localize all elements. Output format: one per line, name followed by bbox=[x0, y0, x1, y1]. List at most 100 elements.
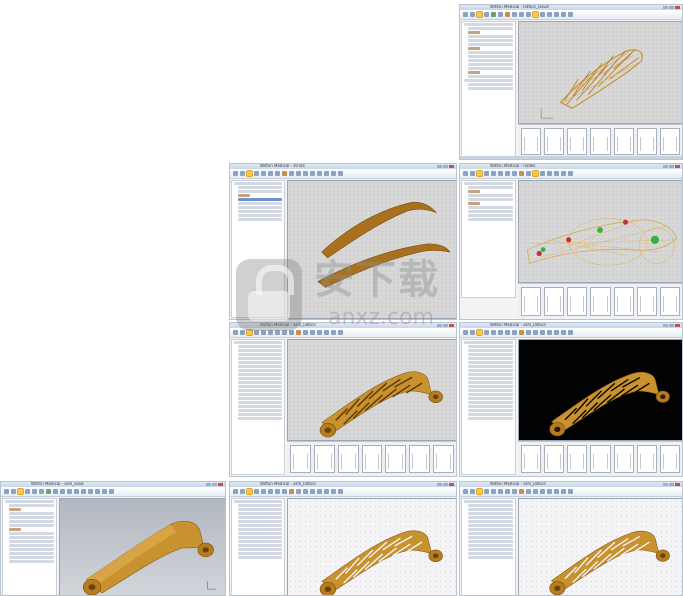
tree-row[interactable] bbox=[238, 381, 282, 384]
tree-row[interactable] bbox=[238, 417, 282, 420]
properties-panel[interactable] bbox=[461, 498, 516, 595]
tree-row[interactable] bbox=[468, 516, 513, 519]
toolbar-icon[interactable] bbox=[331, 330, 336, 335]
toolbar-icon[interactable] bbox=[476, 488, 483, 495]
tree-row[interactable] bbox=[238, 361, 282, 364]
toolbar-icon[interactable] bbox=[491, 171, 496, 176]
settings-panel[interactable] bbox=[521, 128, 542, 155]
toolbar-icon[interactable] bbox=[484, 12, 489, 17]
properties-panel[interactable] bbox=[461, 339, 516, 475]
window-controls[interactable] bbox=[663, 165, 680, 168]
toolbar-icon[interactable] bbox=[310, 330, 315, 335]
toolbar-icon[interactable] bbox=[561, 489, 566, 494]
tree-row[interactable] bbox=[468, 214, 513, 217]
toolbar-icon[interactable] bbox=[233, 330, 238, 335]
toolbar-icon[interactable] bbox=[519, 330, 524, 335]
settings-panel[interactable] bbox=[433, 445, 455, 473]
tree-row[interactable] bbox=[468, 365, 513, 368]
toolbar-icon[interactable] bbox=[282, 171, 287, 176]
tree-row[interactable] bbox=[238, 385, 282, 388]
toolbar-icon[interactable] bbox=[81, 489, 86, 494]
tree-row[interactable] bbox=[238, 210, 282, 213]
toolbar-icon[interactable] bbox=[331, 489, 336, 494]
scene-tree-panel[interactable] bbox=[231, 180, 285, 318]
window-controls[interactable] bbox=[437, 324, 454, 327]
toolbar-icon[interactable] bbox=[11, 489, 16, 494]
tree-row[interactable] bbox=[238, 504, 282, 507]
tree-row[interactable] bbox=[464, 79, 513, 82]
settings-panel[interactable] bbox=[636, 287, 657, 316]
tree-row[interactable] bbox=[464, 182, 513, 185]
tree-row[interactable] bbox=[238, 389, 282, 392]
tree-row[interactable] bbox=[468, 194, 513, 197]
toolbar-icon[interactable] bbox=[540, 330, 545, 335]
tree-row[interactable] bbox=[238, 536, 282, 539]
tree-row[interactable] bbox=[9, 544, 54, 547]
close-icon[interactable] bbox=[449, 483, 454, 486]
toolbar-icon[interactable] bbox=[561, 12, 566, 17]
settings-panel[interactable] bbox=[659, 445, 680, 473]
tree-row[interactable] bbox=[468, 67, 513, 70]
3d-viewport[interactable] bbox=[287, 180, 456, 319]
tree-row[interactable] bbox=[468, 524, 513, 527]
tree-row[interactable] bbox=[9, 540, 54, 543]
tree-row[interactable] bbox=[468, 357, 513, 360]
toolbar-icon[interactable] bbox=[254, 171, 259, 176]
tree-row[interactable] bbox=[468, 55, 513, 58]
tree-row[interactable] bbox=[238, 405, 282, 408]
close-icon[interactable] bbox=[449, 324, 454, 327]
toolbar-icon[interactable] bbox=[338, 489, 343, 494]
tree-row[interactable] bbox=[468, 393, 513, 396]
toolbar-icon[interactable] bbox=[484, 489, 489, 494]
toolbar-icon[interactable] bbox=[39, 489, 44, 494]
3d-viewport[interactable] bbox=[287, 498, 456, 595]
settings-panel[interactable] bbox=[590, 128, 611, 155]
tree-row[interactable] bbox=[468, 556, 513, 559]
tree-row[interactable] bbox=[468, 75, 513, 78]
tree-row[interactable] bbox=[9, 516, 54, 519]
toolbar-icon[interactable] bbox=[303, 171, 308, 176]
toolbar-icon[interactable] bbox=[561, 171, 566, 176]
tree-row[interactable] bbox=[5, 500, 54, 503]
tree-row[interactable] bbox=[238, 349, 282, 352]
minimize-icon[interactable] bbox=[437, 324, 442, 327]
tree-row[interactable] bbox=[468, 385, 513, 388]
3d-viewport[interactable] bbox=[518, 21, 682, 124]
settings-panel[interactable] bbox=[613, 128, 634, 155]
settings-panel[interactable] bbox=[613, 287, 634, 316]
window-controls[interactable] bbox=[663, 483, 680, 486]
tree-row[interactable] bbox=[234, 341, 282, 344]
tree-row[interactable] bbox=[468, 345, 513, 348]
tree-row[interactable] bbox=[238, 548, 282, 551]
toolbar-icon[interactable] bbox=[526, 171, 531, 176]
minimize-icon[interactable] bbox=[437, 483, 442, 486]
tree-row[interactable] bbox=[238, 544, 282, 547]
settings-panel[interactable] bbox=[567, 128, 588, 155]
tree-row[interactable] bbox=[468, 43, 513, 46]
maximize-icon[interactable] bbox=[443, 483, 448, 486]
toolbar-icon[interactable] bbox=[540, 489, 545, 494]
tree-row[interactable] bbox=[468, 377, 513, 380]
tree-row[interactable] bbox=[238, 413, 282, 416]
tree-row[interactable] bbox=[238, 194, 250, 197]
toolbar-icon[interactable] bbox=[463, 12, 468, 17]
toolbar-icon[interactable] bbox=[338, 171, 343, 176]
properties-panel[interactable] bbox=[231, 339, 285, 475]
toolbar-icon[interactable] bbox=[289, 489, 294, 494]
toolbar-icon[interactable] bbox=[532, 170, 539, 177]
minimize-icon[interactable] bbox=[206, 483, 211, 486]
tree-row[interactable] bbox=[238, 198, 282, 201]
tree-row[interactable] bbox=[238, 365, 282, 368]
toolbar-icon[interactable] bbox=[233, 489, 238, 494]
toolbar-icon[interactable] bbox=[505, 12, 510, 17]
toolbar-icon[interactable] bbox=[282, 330, 287, 335]
toolbar-icon[interactable] bbox=[282, 489, 287, 494]
toolbar-icon[interactable] bbox=[498, 489, 503, 494]
toolbar-icon[interactable] bbox=[233, 171, 238, 176]
close-icon[interactable] bbox=[675, 483, 680, 486]
tree-row[interactable] bbox=[468, 39, 513, 42]
toolbar-icon[interactable] bbox=[60, 489, 65, 494]
toolbar-icon[interactable] bbox=[331, 171, 336, 176]
tree-row[interactable] bbox=[9, 552, 54, 555]
toolbar-icon[interactable] bbox=[476, 329, 483, 336]
